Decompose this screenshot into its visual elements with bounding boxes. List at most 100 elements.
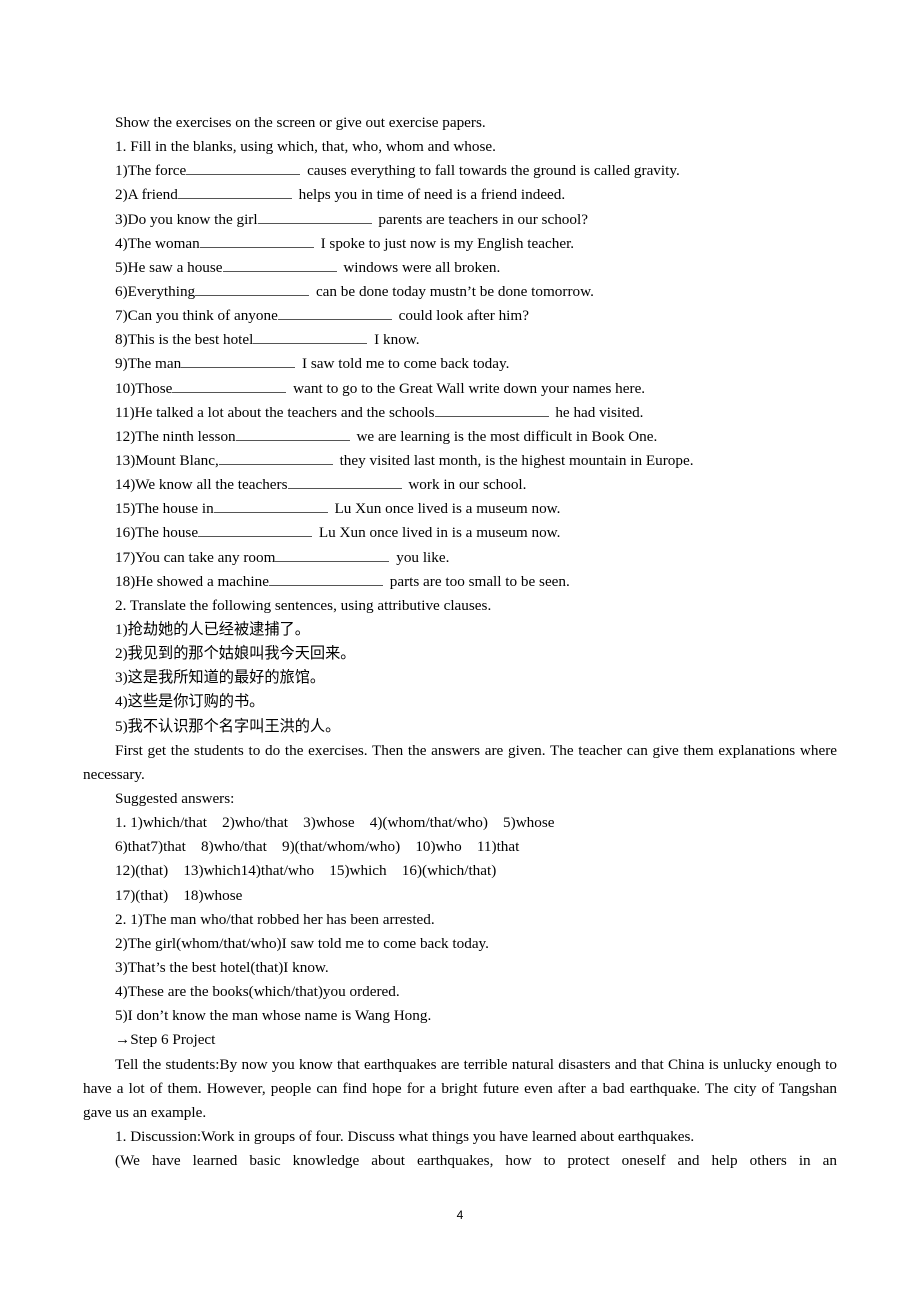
fill-in-blank: [199, 235, 314, 248]
item-text-after: I saw told me to come back today.: [298, 355, 510, 373]
step6-tell-paragraph: Tell the students:By now you know that e…: [83, 1055, 837, 1121]
item-text-before: 16)The house: [115, 524, 199, 542]
discussion-answer-text: (We have learned basic knowledge about e…: [115, 1152, 837, 1170]
fill-in-blank: [277, 307, 392, 321]
item-text-after: I spoke to just now is my English teache…: [316, 234, 575, 252]
exercise1-item: 3)Do you know the girl parents are teach…: [83, 208, 837, 232]
page-number: 4: [456, 1208, 464, 1222]
exercise1-item: 14)We know all the teachers work in our …: [83, 473, 837, 497]
exercise1-item: 13)Mount Blanc, they visited last month,…: [83, 449, 837, 473]
exercise1-item: 2)A friend helps you in time of need is …: [83, 183, 837, 207]
discussion-text: 1. Discussion:Work in groups of four. Di…: [115, 1127, 695, 1145]
answer-line: 6)that7)that 8)who/that 9)(that/whom/who…: [115, 838, 520, 856]
exercise1-item: 12)The ninth lesson we are learning is t…: [83, 425, 837, 449]
item-text-before: 2)A friend: [115, 186, 178, 204]
item-text-before: 12)The ninth lesson: [115, 427, 236, 445]
item-text-after: want to go to the Great Wall write down …: [289, 379, 646, 397]
item-text-after: can be done today mustn’t be done tomorr…: [312, 282, 594, 300]
exercise1-item: 4)The woman I spoke to just now is my En…: [83, 232, 837, 256]
item-text-after: could look after him?: [394, 307, 529, 325]
fill-in-blank: [287, 476, 402, 490]
exercise1-item: 17)You can take any room you like.: [83, 546, 837, 570]
item-text-after: I know.: [370, 331, 420, 349]
fill-in-blank: [213, 500, 328, 514]
step6-heading: →Step 6 Project: [115, 1031, 216, 1049]
answers-part1: 1. 1)which/that 2)who/that 3)whose 4)(wh…: [83, 811, 837, 908]
item-text-after: causes everything to fall towards the gr…: [303, 162, 680, 180]
item-text-before: 15)The house in: [115, 500, 214, 518]
item-text-before: 1)The force: [115, 162, 187, 180]
translation-item: 3)这是我所知道的最好的旅馆。: [115, 669, 326, 687]
exercise1-item: 10)Those want to go to the Great Wall wr…: [83, 377, 837, 401]
exercise1-heading: 1. Fill in the blanks, using which, that…: [115, 138, 496, 156]
translation-answer-line: 5)I don’t know the man whose name is Wan…: [115, 1007, 432, 1025]
item-text-before: 9)The man: [115, 355, 182, 373]
exercise1-item: 9)The man I saw told me to come back tod…: [83, 352, 837, 376]
exercise1-item: 6)Everything can be done today mustn’t b…: [83, 280, 837, 304]
translation-item: 2)我见到的那个姑娘叫我今天回来。: [115, 645, 356, 663]
exercise1-item: 8)This is the best hotel I know.: [83, 328, 837, 352]
fill-in-blank: [177, 186, 292, 200]
answers-part2: 2. 1)The man who/that robbed her has bee…: [83, 908, 837, 1029]
item-text-before: 14)We know all the teachers: [115, 476, 288, 494]
exercise1-item: 1)The force causes everything to fall to…: [83, 159, 837, 183]
fill-in-blank: [172, 380, 287, 393]
item-text-before: 8)This is the best hotel: [115, 331, 254, 349]
fill-in-blank: [275, 549, 390, 562]
item-text-after: helps you in time of need is a friend in…: [294, 186, 566, 204]
fill-in-blank: [257, 211, 372, 224]
exercise1-item: 5)He saw a house windows were all broken…: [83, 256, 837, 280]
item-text-after: they visited last month, is the highest …: [335, 451, 694, 469]
item-text-before: 10)Those: [115, 379, 173, 397]
item-text-after: he had visited.: [551, 403, 644, 421]
translation-answer-line: 3)That’s the best hotel(that)I know.: [115, 958, 329, 976]
exercise1-item: 16)The house Lu Xun once lived in is a m…: [83, 521, 837, 545]
fill-in-blank: [253, 331, 368, 345]
item-text-before: 3)Do you know the girl: [115, 210, 258, 228]
translation-item: 4)这些是你订购的书。: [115, 693, 265, 711]
item-text-after: windows were all broken.: [339, 258, 501, 276]
item-text-after: Lu Xun once lived is a museum now.: [330, 500, 561, 518]
item-text-before: 18)He showed a machine: [115, 572, 269, 590]
answer-line: 12)(that) 13)which14)that/who 15)which 1…: [115, 862, 497, 880]
fill-in-blank: [181, 355, 296, 369]
exercise1-item: 18)He showed a machine parts are too sma…: [83, 570, 837, 594]
exercise1-item: 15)The house in Lu Xun once lived is a m…: [83, 497, 837, 521]
answers-heading: Suggested answers:: [115, 789, 235, 807]
answer-line: 17)(that) 18)whose: [115, 886, 243, 904]
fill-in-blank: [235, 428, 350, 441]
translation-answer-line: 2)The girl(whom/that/who)I saw told me t…: [115, 934, 489, 952]
item-text-before: 7)Can you think of anyone: [115, 307, 278, 325]
item-text-before: 17)You can take any room: [115, 548, 276, 566]
item-text-after: parts are too small to be seen.: [385, 572, 570, 590]
fill-in-blank: [186, 162, 301, 176]
fill-in-blank: [195, 283, 310, 296]
item-text-before: 6)Everything: [115, 282, 196, 300]
item-text-after: work in our school.: [404, 476, 527, 494]
item-text-before: 4)The woman: [115, 234, 200, 252]
exercise2-list: 1)抢劫她的人已经被逮捕了。 2)我见到的那个姑娘叫我今天回来。 3)这是我所知道的…: [83, 618, 837, 739]
item-text-before: 11)He talked a lot about the teachers an…: [115, 403, 435, 421]
instructions-paragraph: First get the students to do the exercis…: [83, 741, 837, 783]
document-page: Show the exercises on the screen or give…: [83, 111, 837, 1173]
exercise1-item: 11)He talked a lot about the teachers an…: [83, 401, 837, 425]
exercise1-list: 1)The force causes everything to fall to…: [83, 159, 837, 594]
item-text-after: you like.: [392, 548, 450, 566]
translation-item: 5)我不认识那个名字叫王洪的人。: [115, 717, 341, 735]
translation-answer-line: 2. 1)The man who/that robbed her has bee…: [115, 910, 435, 928]
fill-in-blank: [198, 524, 313, 538]
item-text-after: parents are teachers in our school?: [374, 210, 588, 228]
fill-in-blank: [434, 404, 549, 417]
fill-in-blank: [268, 573, 383, 586]
translation-answer-line: 4)These are the books(which/that)you ord…: [115, 983, 400, 1001]
fill-in-blank: [222, 259, 337, 272]
translation-item: 1)抢劫她的人已经被逮捕了。: [115, 620, 310, 638]
answer-line: 1. 1)which/that 2)who/that 3)whose 4)(wh…: [115, 814, 555, 832]
item-text-after: we are learning is the most difficult in…: [352, 427, 658, 445]
item-text-before: 5)He saw a house: [115, 258, 223, 276]
intro-text: Show the exercises on the screen or give…: [115, 114, 486, 131]
item-text-after: Lu Xun once lived in is a museum now.: [315, 524, 561, 542]
fill-in-blank: [218, 452, 333, 465]
exercise2-heading: 2. Translate the following sentences, us…: [115, 596, 492, 614]
item-text-before: 13)Mount Blanc,: [115, 451, 219, 469]
